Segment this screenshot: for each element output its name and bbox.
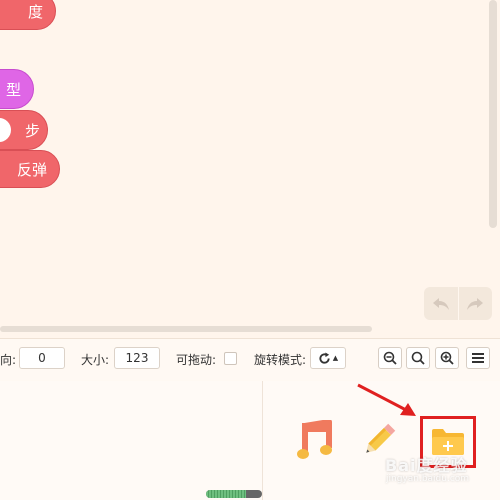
redo-button[interactable]	[457, 287, 493, 320]
code-block-label: 反弹	[16, 160, 47, 179]
code-block-move-steps[interactable]: 步	[0, 110, 48, 150]
size-label: 大小:	[81, 353, 110, 367]
rotation-mode-label: 旋转模式:	[254, 353, 307, 367]
music-note-icon	[297, 419, 332, 459]
menu-icon	[472, 353, 484, 363]
progress-fill	[206, 490, 247, 498]
vertical-scrollbar[interactable]	[489, 0, 497, 228]
rotation-mode-select[interactable]: ▲	[310, 347, 346, 369]
zoom-out-icon	[383, 351, 397, 365]
undo-icon	[432, 297, 449, 310]
horizontal-scrollbar[interactable]	[0, 326, 372, 332]
caret-up-icon: ▲	[332, 354, 339, 362]
pointer-arrow-icon	[357, 383, 416, 416]
menu-button[interactable]	[466, 347, 490, 369]
zoom-reset-icon	[411, 351, 425, 365]
code-block-type[interactable]: 型	[0, 69, 34, 109]
stage-canvas[interactable]: 度 型 步 反弹	[0, 0, 500, 338]
code-block-label: 步	[25, 121, 41, 140]
code-block-bounce[interactable]: 反弹	[0, 150, 60, 188]
code-block-label: 型	[5, 80, 21, 99]
direction-label: 向:	[0, 353, 17, 367]
code-block-rotate[interactable]: 度	[0, 0, 56, 30]
watermark-url: jingyan.baidu.com	[386, 474, 470, 484]
code-block-label: 度	[27, 2, 43, 21]
undo-redo-group	[424, 287, 492, 320]
panel-divider	[262, 381, 263, 500]
size-input[interactable]: 123	[114, 347, 160, 369]
watermark: Bai度经验	[385, 456, 468, 475]
zoom-in-button[interactable]	[435, 347, 459, 369]
direction-input[interactable]: 0	[19, 347, 65, 369]
zoom-in-icon	[440, 351, 454, 365]
draggable-label: 可拖动:	[176, 353, 217, 367]
loading-progress-bar	[206, 490, 262, 498]
rotate-icon	[319, 351, 330, 364]
zoom-out-button[interactable]	[378, 347, 402, 369]
choose-sound-button[interactable]	[296, 419, 334, 460]
draggable-checkbox[interactable]	[224, 352, 237, 365]
redo-icon	[467, 297, 484, 310]
undo-button[interactable]	[424, 287, 458, 320]
zoom-reset-button[interactable]	[406, 347, 430, 369]
code-block-input-slot[interactable]	[0, 118, 11, 142]
